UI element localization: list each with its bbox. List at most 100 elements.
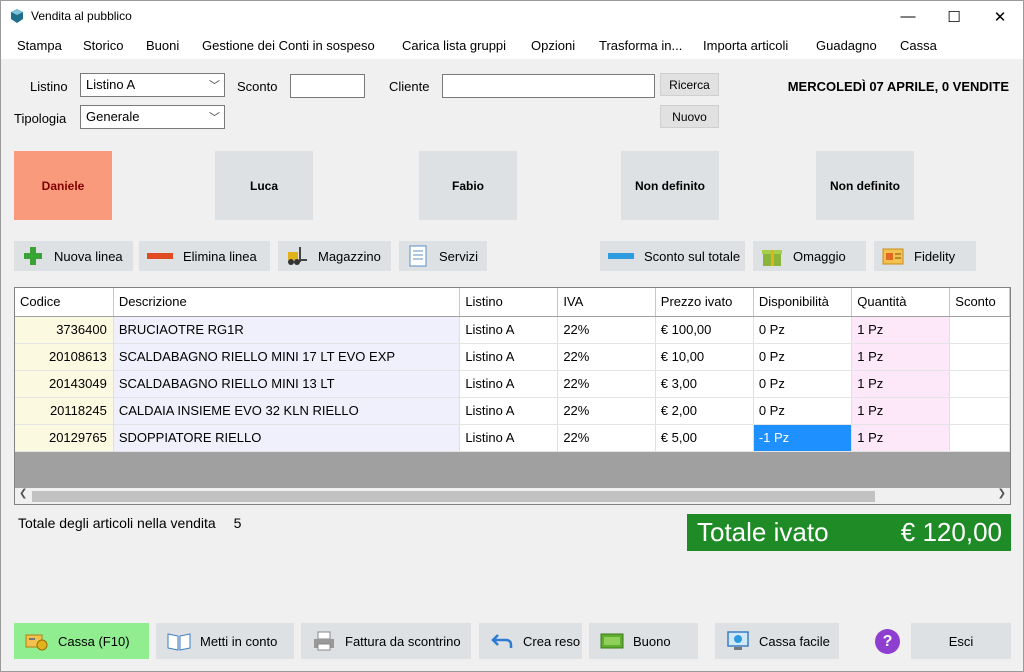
magazzino-button[interactable]: Magazzino	[278, 241, 391, 271]
operator-daniele[interactable]: Daniele	[14, 151, 112, 220]
cell-descrizione[interactable]: SCALDABAGNO RIELLO MINI 17 LT EVO EXP	[113, 343, 461, 371]
fattura-scontrino-button[interactable]: Fattura da scontrino	[301, 623, 471, 659]
cell-sconto[interactable]	[949, 424, 1010, 452]
menu-guadagno[interactable]: Guadagno	[816, 38, 877, 53]
cell-disponibilita[interactable]: 0 Pz	[753, 343, 853, 371]
maximize-button[interactable]: ☐	[931, 1, 977, 32]
cell-descrizione[interactable]: SCALDABAGNO RIELLO MINI 13 LT	[113, 370, 461, 398]
cassa-facile-button[interactable]: Cassa facile	[715, 623, 839, 659]
listino-select[interactable]: Listino A ﹀	[80, 73, 225, 97]
cell-sconto[interactable]	[949, 343, 1010, 371]
column-header[interactable]: Descrizione	[113, 288, 461, 317]
servizi-button[interactable]: Servizi	[399, 241, 487, 271]
menu-stampa[interactable]: Stampa	[17, 38, 62, 53]
buono-button[interactable]: Buono	[589, 623, 698, 659]
cell-quantita[interactable]: 1 Pz	[851, 397, 951, 425]
cell-iva[interactable]: 22%	[557, 424, 656, 452]
ricerca-button[interactable]: Ricerca	[660, 73, 719, 96]
cliente-input[interactable]	[442, 74, 655, 98]
scroll-right-icon[interactable]: ❯	[998, 488, 1006, 499]
cell-disponibilita-selected[interactable]: -1 Pz	[753, 424, 853, 452]
column-header[interactable]: Codice	[15, 288, 114, 317]
menu-trasforma[interactable]: Trasforma in...	[599, 38, 682, 53]
cell-quantita[interactable]: 1 Pz	[851, 370, 951, 398]
help-icon[interactable]: ?	[875, 629, 900, 654]
articles-grid[interactable]: Codice Descrizione Listino IVA Prezzo iv…	[14, 287, 1011, 505]
scroll-left-icon[interactable]: ❮	[19, 488, 27, 499]
operator-undefined-2[interactable]: Non definito	[816, 151, 914, 220]
fidelity-button[interactable]: Fidelity	[874, 241, 976, 271]
operator-undefined-1[interactable]: Non definito	[621, 151, 719, 220]
elimina-linea-button[interactable]: Elimina linea	[139, 241, 270, 271]
cell-listino[interactable]: Listino A	[459, 316, 559, 344]
table-row[interactable]: 20118245 CALDAIA INSIEME EVO 32 KLN RIEL…	[15, 397, 1010, 425]
column-header[interactable]: Quantità	[851, 288, 951, 317]
omaggio-button[interactable]: Omaggio	[753, 241, 866, 271]
menu-opzioni[interactable]: Opzioni	[531, 38, 575, 53]
menu-importa-articoli[interactable]: Importa articoli	[703, 38, 788, 53]
horizontal-scrollbar[interactable]: ❮ ❯	[15, 488, 1010, 504]
cell-iva[interactable]: 22%	[557, 343, 656, 371]
close-button[interactable]: ✕	[977, 1, 1023, 32]
cell-sconto[interactable]	[949, 370, 1010, 398]
cell-prezzo[interactable]: € 3,00	[655, 370, 754, 398]
sconto-input[interactable]	[290, 74, 365, 98]
cell-codice[interactable]: 20108613	[15, 343, 114, 371]
esci-button[interactable]: Esci	[911, 623, 1011, 659]
operator-luca[interactable]: Luca	[215, 151, 313, 220]
cell-prezzo[interactable]: € 2,00	[655, 397, 754, 425]
cell-sconto[interactable]	[949, 316, 1010, 344]
cell-iva[interactable]: 22%	[557, 370, 656, 398]
buono-label: Buono	[633, 633, 671, 649]
cell-codice[interactable]: 20143049	[15, 370, 114, 398]
cell-disponibilita[interactable]: 0 Pz	[753, 397, 853, 425]
app-window: Vendita al pubblico — ☐ ✕ Stampa Storico…	[0, 0, 1024, 672]
cell-quantita[interactable]: 1 Pz	[851, 316, 951, 344]
cell-descrizione[interactable]: SDOPPIATORE RIELLO	[113, 424, 461, 452]
column-header[interactable]: Prezzo ivato	[655, 288, 754, 317]
cell-quantita[interactable]: 1 Pz	[851, 424, 951, 452]
minimize-button[interactable]: —	[885, 1, 931, 32]
menu-carica-lista-gruppi[interactable]: Carica lista gruppi	[402, 38, 506, 53]
cell-iva[interactable]: 22%	[557, 316, 656, 344]
cell-codice[interactable]: 3736400	[15, 316, 114, 344]
cell-sconto[interactable]	[949, 397, 1010, 425]
cell-listino[interactable]: Listino A	[459, 397, 559, 425]
nuova-linea-button[interactable]: Nuova linea	[14, 241, 133, 271]
metti-conto-label: Metti in conto	[200, 633, 278, 649]
cell-prezzo[interactable]: € 10,00	[655, 343, 754, 371]
scrollbar-thumb[interactable]	[32, 491, 875, 502]
cell-prezzo[interactable]: € 5,00	[655, 424, 754, 452]
column-header[interactable]: IVA	[557, 288, 656, 317]
cell-listino[interactable]: Listino A	[459, 343, 559, 371]
table-row[interactable]: 20143049 SCALDABAGNO RIELLO MINI 13 LT L…	[15, 370, 1010, 398]
cell-disponibilita[interactable]: 0 Pz	[753, 370, 853, 398]
menu-storico[interactable]: Storico	[83, 38, 123, 53]
cassa-button[interactable]: Cassa (F10)	[14, 623, 149, 659]
cell-iva[interactable]: 22%	[557, 397, 656, 425]
nuovo-button[interactable]: Nuovo	[660, 105, 719, 128]
tipologia-select[interactable]: Generale ﹀	[80, 105, 225, 129]
cell-codice[interactable]: 20118245	[15, 397, 114, 425]
cell-listino[interactable]: Listino A	[459, 370, 559, 398]
column-header[interactable]: Disponibilità	[753, 288, 853, 317]
metti-conto-button[interactable]: Metti in conto	[156, 623, 294, 659]
operator-fabio[interactable]: Fabio	[419, 151, 517, 220]
column-header[interactable]: Sconto	[949, 288, 1010, 317]
cell-descrizione[interactable]: BRUCIAOTRE RG1R	[113, 316, 461, 344]
menu-conti-sospeso[interactable]: Gestione dei Conti in sospeso	[202, 38, 375, 53]
cell-quantita[interactable]: 1 Pz	[851, 343, 951, 371]
cell-prezzo[interactable]: € 100,00	[655, 316, 754, 344]
column-header[interactable]: Listino	[459, 288, 559, 317]
crea-reso-button[interactable]: Crea reso	[479, 623, 582, 659]
cell-listino[interactable]: Listino A	[459, 424, 559, 452]
table-row[interactable]: 3736400 BRUCIAOTRE RG1R Listino A 22% € …	[15, 316, 1010, 344]
menu-cassa[interactable]: Cassa	[900, 38, 937, 53]
cell-disponibilita[interactable]: 0 Pz	[753, 316, 853, 344]
sconto-totale-button[interactable]: Sconto sul totale	[600, 241, 745, 271]
table-row[interactable]: 20129765 SDOPPIATORE RIELLO Listino A 22…	[15, 424, 1010, 452]
cell-descrizione[interactable]: CALDAIA INSIEME EVO 32 KLN RIELLO	[113, 397, 461, 425]
cell-codice[interactable]: 20129765	[15, 424, 114, 452]
menu-buoni[interactable]: Buoni	[146, 38, 179, 53]
table-row[interactable]: 20108613 SCALDABAGNO RIELLO MINI 17 LT E…	[15, 343, 1010, 371]
